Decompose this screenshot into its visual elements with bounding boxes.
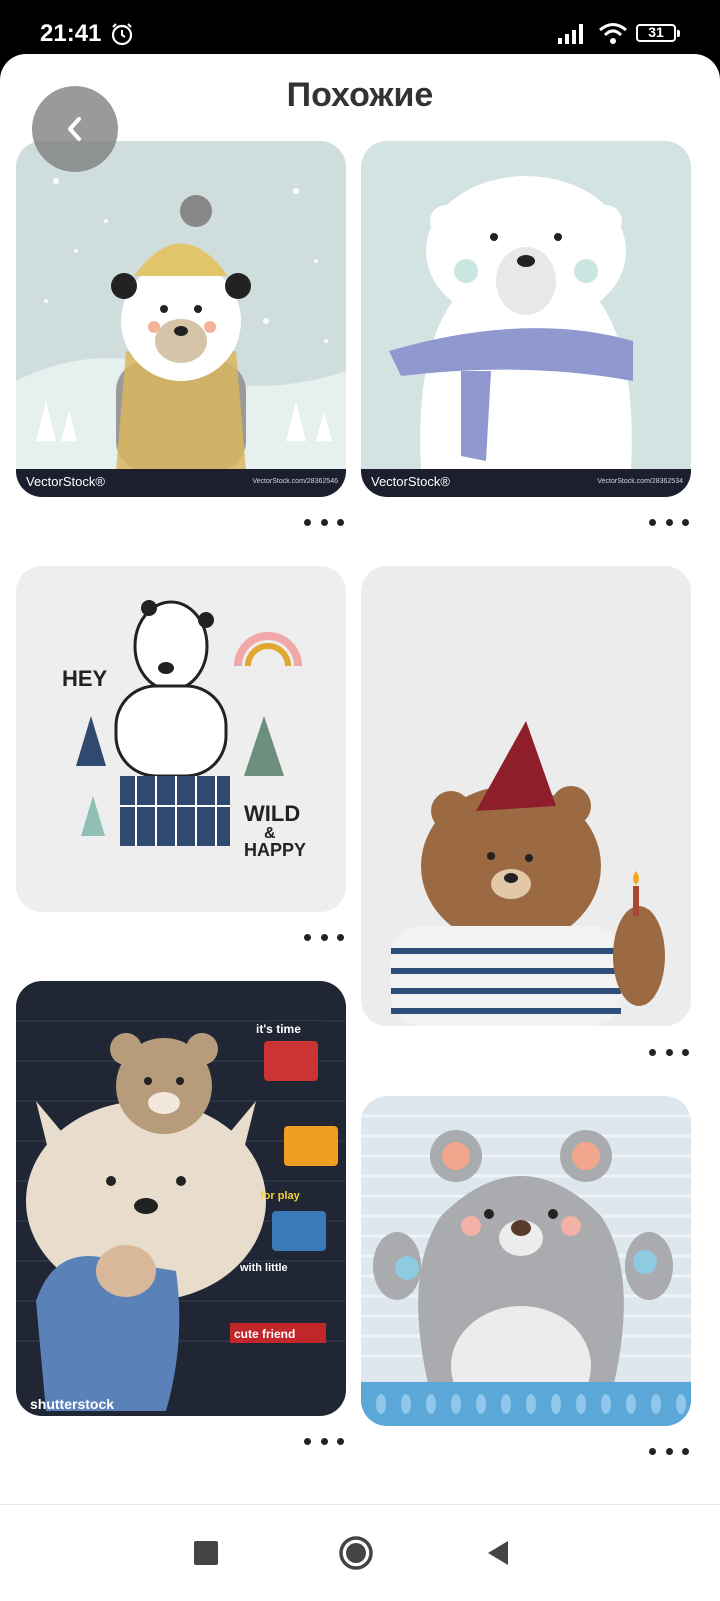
triangle-icon	[488, 1541, 508, 1565]
watermark-bar: VectorStock® VectorStock.com/28362546	[16, 469, 346, 497]
chevron-left-icon	[68, 117, 81, 141]
pin-text: HEY	[62, 666, 108, 691]
pin-card[interactable]: it's time for play with little cute frie…	[16, 981, 346, 1416]
pin-card[interactable]	[361, 1096, 691, 1426]
signal-icon	[558, 22, 588, 49]
pin-card[interactable]: VectorStock® VectorStock.com/28362534	[361, 141, 691, 497]
watermark-bar: VectorStock® VectorStock.com/28362534	[361, 469, 691, 497]
home-button[interactable]	[328, 1525, 384, 1581]
watermark-logo: VectorStock®	[26, 474, 105, 489]
pin-image	[361, 141, 691, 497]
alarm-icon	[110, 22, 134, 51]
more-options-button[interactable]	[649, 1042, 689, 1062]
battery-indicator: 31	[636, 24, 680, 42]
pin-card[interactable]	[361, 566, 691, 1026]
more-options-button[interactable]	[649, 1441, 689, 1461]
pin-image	[361, 566, 691, 1026]
watermark-url: VectorStock.com/28362546	[252, 478, 338, 485]
pin-image	[16, 141, 346, 497]
status-time: 21:41	[40, 20, 102, 47]
square-icon	[194, 1541, 218, 1565]
back-nav-button[interactable]	[474, 1529, 522, 1577]
pin-image	[361, 1096, 691, 1426]
pin-text: WILD	[244, 801, 300, 826]
pin-card[interactable]: HEY WILD & HAPPY	[16, 566, 346, 912]
pin-text: it's time	[256, 1022, 301, 1036]
more-options-button[interactable]	[304, 927, 344, 947]
similar-pins-sheet: Похожие VectorStock® VectorStock.com/283…	[0, 54, 720, 1504]
back-button[interactable]	[32, 86, 118, 172]
watermark-logo: shutterstock	[30, 1396, 114, 1412]
circle-icon	[339, 1536, 373, 1570]
wifi-icon	[598, 22, 628, 49]
more-options-button[interactable]	[649, 512, 689, 532]
pin-text: cute friend	[234, 1327, 295, 1341]
watermark-url: VectorStock.com/28362534	[597, 478, 683, 485]
pin-text: for play	[260, 1190, 301, 1202]
pin-card[interactable]: VectorStock® VectorStock.com/28362546	[16, 141, 346, 497]
battery-level: 31	[648, 24, 664, 40]
system-navigation-bar	[0, 1504, 720, 1601]
watermark-logo: VectorStock®	[371, 474, 450, 489]
recents-button[interactable]	[182, 1529, 230, 1577]
pin-image: it's time for play with little cute frie…	[16, 981, 346, 1416]
pin-text: HAPPY	[244, 840, 306, 860]
more-options-button[interactable]	[304, 1431, 344, 1451]
more-options-button[interactable]	[304, 512, 344, 532]
pin-image: HEY WILD & HAPPY	[16, 566, 346, 912]
pin-text: with little	[239, 1262, 288, 1274]
status-bar: 21:41 31	[0, 0, 720, 58]
